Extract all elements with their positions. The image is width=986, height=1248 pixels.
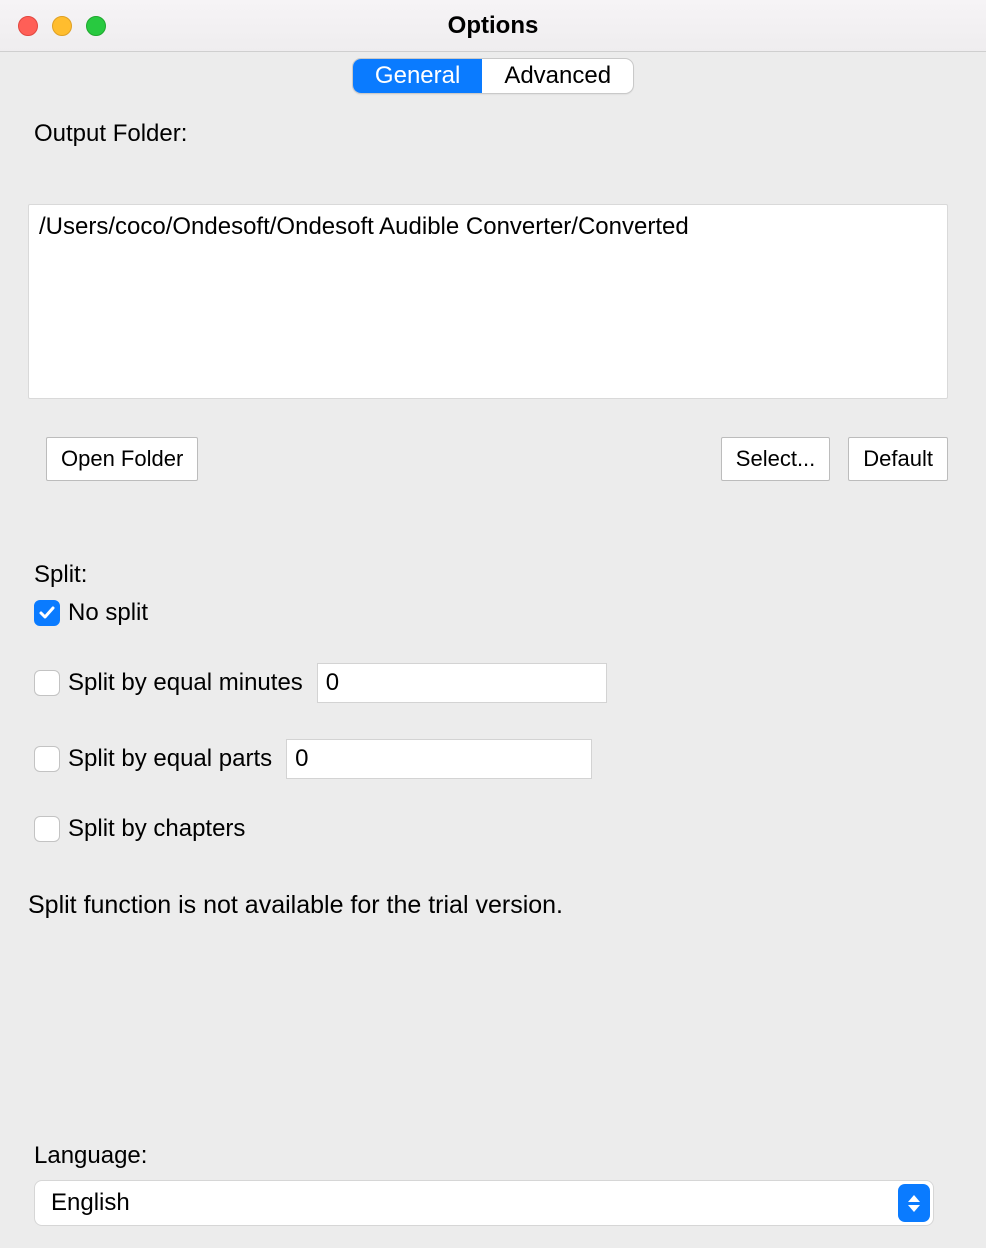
split-chapters-label: Split by chapters (68, 815, 245, 843)
split-section: Split: No split Split by equal minutes S… (34, 561, 952, 920)
select-caret-icon[interactable] (898, 1184, 930, 1222)
split-parts-input[interactable] (286, 739, 592, 779)
language-value: English (51, 1189, 130, 1217)
window-controls (18, 16, 106, 36)
no-split-row: No split (34, 599, 952, 627)
open-folder-button[interactable]: Open Folder (46, 437, 198, 481)
language-section: Language: English (34, 1142, 952, 1226)
titlebar: Options (0, 0, 986, 52)
close-button[interactable] (18, 16, 38, 36)
content-area: Output Folder: /Users/coco/Ondesoft/Onde… (0, 120, 986, 1248)
split-minutes-checkbox[interactable] (34, 670, 60, 696)
segmented-control: General Advanced (352, 58, 634, 94)
split-trial-note: Split function is not available for the … (28, 891, 952, 920)
split-chapters-row: Split by chapters (34, 815, 952, 843)
no-split-label: No split (68, 599, 148, 627)
split-parts-row: Split by equal parts (34, 739, 952, 779)
split-parts-checkbox[interactable] (34, 746, 60, 772)
split-parts-label: Split by equal parts (68, 745, 272, 773)
tab-general[interactable]: General (353, 59, 482, 93)
language-select[interactable]: English (34, 1180, 934, 1226)
split-minutes-input[interactable] (317, 663, 607, 703)
tab-bar: General Advanced (0, 58, 986, 94)
output-folder-path[interactable]: /Users/coco/Ondesoft/Ondesoft Audible Co… (28, 204, 948, 399)
output-folder-label: Output Folder: (34, 120, 952, 148)
split-minutes-label: Split by equal minutes (68, 669, 303, 697)
output-button-row: Open Folder Select... Default (28, 437, 948, 481)
split-label: Split: (34, 561, 952, 589)
language-select-wrap: English (34, 1180, 934, 1226)
split-chapters-checkbox[interactable] (34, 816, 60, 842)
window-title: Options (0, 12, 986, 40)
zoom-button[interactable] (86, 16, 106, 36)
language-label: Language: (34, 1142, 952, 1170)
select-button[interactable]: Select... (721, 437, 830, 481)
split-minutes-row: Split by equal minutes (34, 663, 952, 703)
minimize-button[interactable] (52, 16, 72, 36)
default-button[interactable]: Default (848, 437, 948, 481)
no-split-checkbox[interactable] (34, 600, 60, 626)
tab-advanced[interactable]: Advanced (482, 59, 633, 93)
